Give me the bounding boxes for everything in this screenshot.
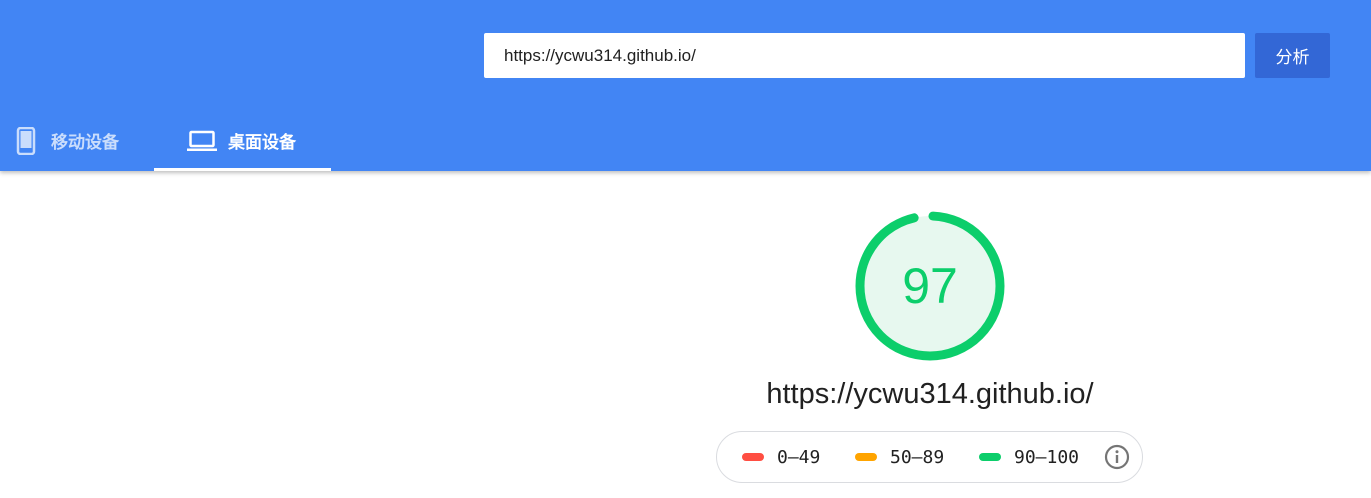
- legend-swatch-red: [742, 453, 764, 461]
- smartphone-icon: [16, 126, 36, 155]
- tab-desktop[interactable]: 桌面设备: [154, 110, 331, 171]
- performance-score-gauge: 97: [854, 210, 1006, 362]
- device-tabs: 移动设备 桌面设备: [0, 110, 400, 171]
- laptop-icon: [187, 130, 217, 152]
- legend-label: 50–89: [890, 446, 945, 468]
- tab-mobile-label: 移动设备: [51, 133, 119, 153]
- url-input[interactable]: [484, 33, 1245, 78]
- legend-item-average: 50–89: [855, 432, 944, 482]
- score-legend: 0–49 50–89 90–100: [716, 431, 1143, 483]
- tab-mobile[interactable]: 移动设备: [0, 110, 154, 171]
- info-icon[interactable]: [1104, 444, 1130, 470]
- report-url: https://ycwu314.github.io/: [766, 378, 1094, 410]
- legend-swatch-orange: [855, 453, 877, 461]
- legend-item-pass: 90–100: [979, 432, 1079, 482]
- legend-swatch-green: [979, 453, 1001, 461]
- score-value: 97: [902, 258, 958, 314]
- legend-label: 0–49: [777, 446, 821, 468]
- analyze-button[interactable]: 分析: [1255, 33, 1330, 78]
- app-header: 分析 移动设备 桌面设备: [0, 0, 1371, 171]
- tab-desktop-label: 桌面设备: [228, 133, 296, 153]
- legend-item-fail: 0–49: [742, 432, 820, 482]
- legend-label: 90–100: [1014, 446, 1080, 468]
